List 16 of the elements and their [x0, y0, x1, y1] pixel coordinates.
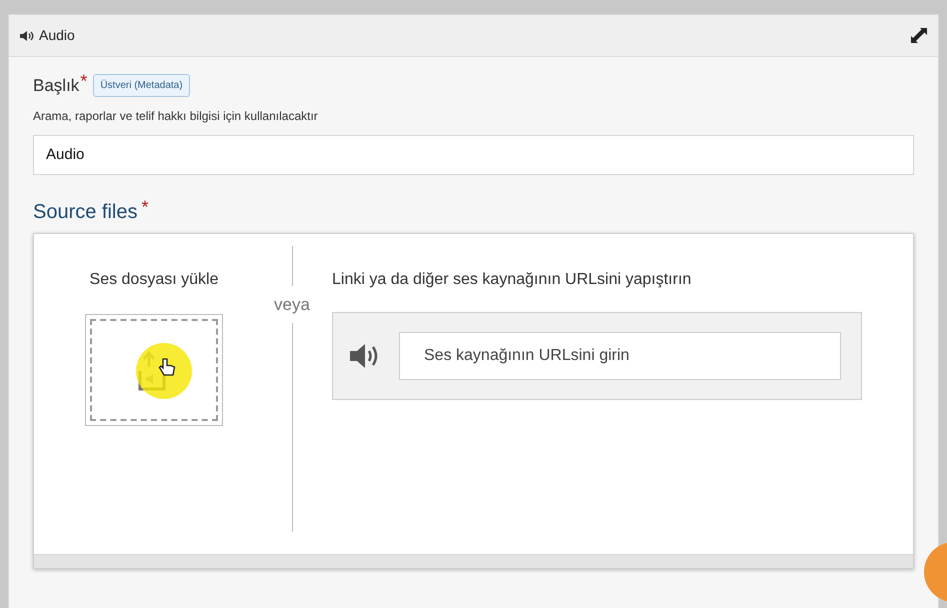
hand-cursor-icon	[158, 356, 176, 376]
upload-label: Ses dosyası yükle	[90, 270, 218, 290]
expand-icon[interactable]	[910, 26, 928, 44]
required-mark: *	[142, 196, 149, 219]
field-label: Başlık	[33, 75, 80, 97]
upload-dropzone[interactable]	[85, 314, 223, 426]
separator-text: veya	[274, 294, 310, 316]
panel-title: Audio	[39, 26, 75, 45]
required-mark: *	[80, 70, 88, 94]
url-label: Linki ya da diğer ses kaynağının URLsini yapıştırın	[332, 270, 692, 290]
title-input[interactable]: Audio	[33, 134, 914, 174]
speaker-icon	[19, 30, 35, 42]
section-heading: Source files	[33, 200, 138, 224]
url-input[interactable]: Ses kaynağının URLsini girin	[399, 332, 841, 380]
metadata-tag[interactable]: Üstveri (Metadata)	[93, 74, 190, 98]
field-hint: Arama, raporlar ve telif hakkı bilgisi için kullanılacaktır	[33, 108, 319, 124]
